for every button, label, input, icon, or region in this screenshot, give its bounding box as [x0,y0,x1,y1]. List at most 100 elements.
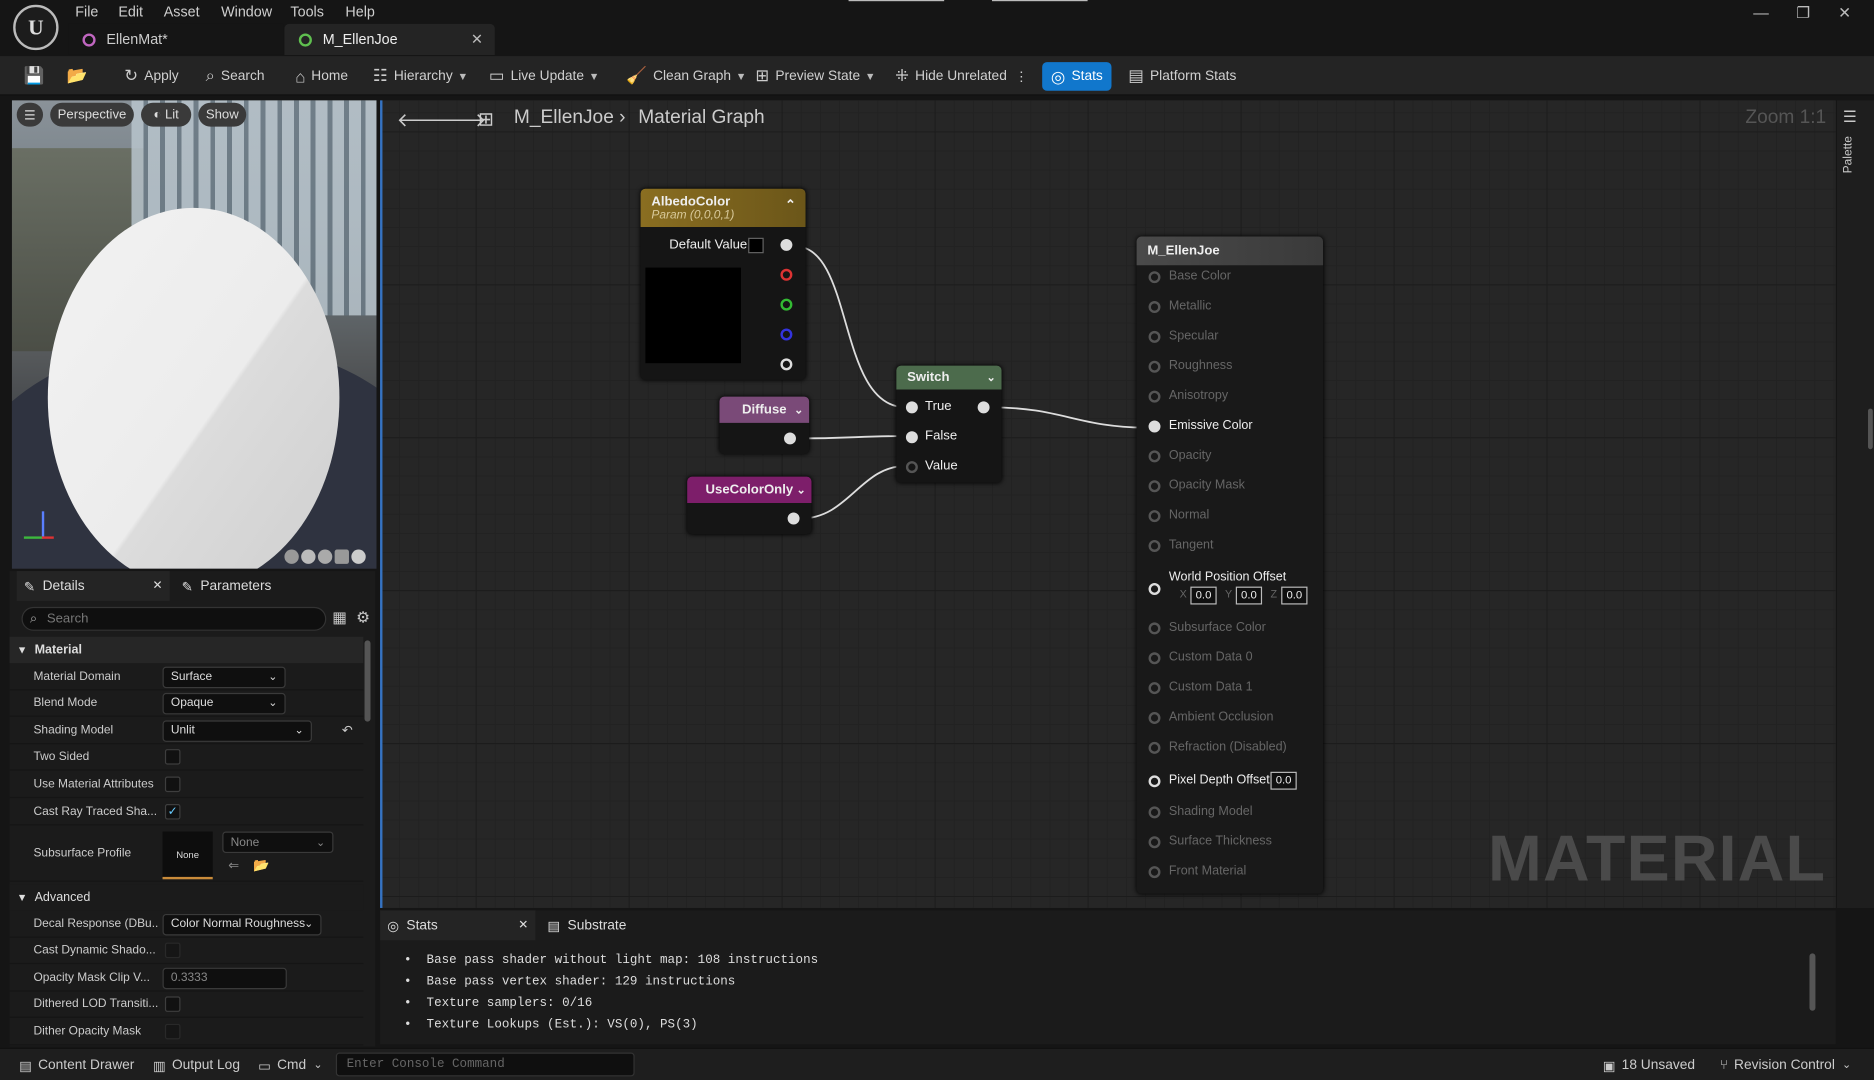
material-input-row[interactable]: Anisotropy [1137,387,1323,406]
material-graph[interactable]: 🡐 🡒 ⊞ M_EllenJoe › Material Graph Zoom 1… [380,100,1836,908]
rgba-output-pin[interactable] [780,238,793,251]
material-input-row[interactable]: Custom Data 0 [1137,649,1323,668]
console-command-input[interactable]: Enter Console Command [335,1052,635,1077]
tab-stats[interactable]: ◎ Stats ✕ [380,910,536,941]
details-scrollbar[interactable] [364,640,371,722]
subsurface-thumbnail[interactable]: None [162,831,213,880]
albedo-color-node[interactable]: AlbedoColor Param (0,0,0,1) ⌃ Default Va… [640,188,806,380]
stats-scrollbar[interactable] [1809,953,1816,1011]
diffuse-node[interactable]: Diffuse ⌄ [719,396,810,454]
collapse-icon[interactable]: ⌃ [785,197,796,212]
palette-strip[interactable]: ☰ Palette [1836,100,1874,908]
preview-shape-buttons[interactable] [284,549,372,567]
clean-graph-button[interactable]: 🧹 Clean Graph ▼ [626,56,746,95]
search-button[interactable]: ⌕ Search [206,56,265,95]
cast-ray-traced-checkbox[interactable]: ✓ [164,804,181,820]
palette-scrollbar[interactable] [1868,408,1873,450]
material-input-pin[interactable] [1148,271,1161,284]
world-position-offset-input[interactable]: World Position Offset X 0.0 Y 0.0 Z 0.0 [1137,570,1323,611]
b-output-pin[interactable] [780,328,793,341]
browse-icon[interactable]: 📂 [253,858,269,873]
tab-parameters[interactable]: ✎ Parameters [177,571,272,601]
tab-ellenmat[interactable]: EllenMat* [68,23,284,55]
lit-button[interactable]: ◐ Lit [141,102,192,127]
material-input-row[interactable]: Normal [1137,507,1323,526]
home-button[interactable]: ⌂ Home [295,56,348,95]
wpo-z-field[interactable]: 0.0 [1281,586,1308,605]
tab-details[interactable]: ✎ Details ✕ [16,571,170,601]
sphere-icon[interactable] [301,549,316,564]
cube-icon[interactable] [334,549,349,564]
blend-mode-dropdown[interactable]: Opaque ⌄ [162,692,286,714]
material-input-row[interactable]: Specular [1137,327,1323,346]
material-input-pin[interactable] [1148,682,1161,695]
chevron-down-icon[interactable]: ⌄ [794,403,803,416]
material-input-row[interactable]: Surface Thickness [1137,833,1323,852]
value-input-pin[interactable] [905,461,918,474]
subsurface-profile-dropdown[interactable]: None ⌄ [222,831,334,854]
material-input-row[interactable]: Roughness [1137,357,1323,376]
dithered-lod-checkbox[interactable] [164,996,181,1012]
false-input-pin[interactable] [905,431,918,444]
material-domain-dropdown[interactable]: Surface ⌄ [162,666,286,688]
more-options-icon[interactable]: ⋮ [1015,56,1029,95]
cmd-button[interactable]: ▭ Cmd ⌄ [258,1049,322,1080]
material-input-pin[interactable] [1148,866,1161,879]
close-icon[interactable]: ✕ [518,919,528,932]
section-advanced[interactable]: ▼ Advanced [9,884,364,911]
browse-icon[interactable]: 📂 [67,56,94,95]
cylinder-icon[interactable] [284,549,299,564]
details-search-input[interactable]: ⌕ Search [21,606,327,631]
menu-help[interactable]: Help [345,4,375,21]
r-output-pin[interactable] [780,268,793,281]
dither-opacity-mask-checkbox[interactable] [164,1023,181,1040]
revision-control-button[interactable]: ⑂ Revision Control ⌄ [1720,1049,1851,1080]
material-result-node[interactable]: M_EllenJoe Base Color Metallic Specular Rou… [1136,236,1324,894]
chevron-down-icon[interactable]: ⌄ [987,371,996,384]
pixel-depth-input-pin[interactable] [1148,775,1161,788]
material-input-pin[interactable] [1148,510,1161,523]
reset-icon[interactable]: ↶ [342,723,353,738]
material-input-row[interactable]: Custom Data 1 [1137,679,1323,698]
material-input-pin[interactable] [1148,480,1161,493]
window-close-icon[interactable]: ✕ [1838,4,1851,23]
material-input-pin[interactable] [1148,301,1161,314]
material-input-pin[interactable] [1148,622,1161,635]
wpo-x-field[interactable]: 0.0 [1190,586,1217,605]
material-input-row[interactable]: Shading Model [1137,803,1323,822]
save-icon[interactable]: 💾 [24,56,51,95]
material-input-row[interactable]: Opacity Mask [1137,477,1323,496]
section-material[interactable]: ▼ Material [9,636,364,664]
stats-button[interactable]: ◎ Stats [1042,62,1112,91]
material-input-pin[interactable] [1148,450,1161,463]
usecoloronly-node[interactable]: UseColorOnly ⌄ [687,476,812,535]
use-material-attributes-checkbox[interactable] [164,776,181,793]
material-input-pin[interactable] [1148,330,1161,343]
true-input-pin[interactable] [905,401,918,414]
palette-label[interactable]: Palette [1842,136,1855,173]
switch-output-pin[interactable] [977,401,990,414]
diffuse-output-pin[interactable] [784,432,796,445]
preview-viewport[interactable]: ☰ Perspective ◐ Lit Show [11,100,377,569]
use-selected-icon[interactable]: ⇐ [228,858,239,873]
preview-state-button[interactable]: ⊞ Preview State ▼ [755,56,875,95]
material-input-pin[interactable] [1148,652,1161,665]
material-input-row[interactable]: Tangent [1137,536,1323,555]
minimize-icon[interactable]: — [1753,4,1769,22]
restore-icon[interactable]: ❐ [1796,4,1810,23]
table-view-icon[interactable]: ▦ [332,608,347,627]
cast-dynamic-shadow-checkbox[interactable] [164,942,181,959]
unsaved-button[interactable]: ▣ 18 Unsaved [1603,1049,1695,1080]
material-input-pin[interactable] [1148,420,1161,433]
viewport-menu-icon[interactable]: ☰ [16,102,44,127]
hide-unrelated-button[interactable]: ⁜ Hide Unrelated [895,56,1007,95]
switch-node[interactable]: Switch ⌄ True False Value [896,365,1002,483]
menu-edit[interactable]: Edit [118,4,143,21]
palette-icon[interactable]: ☰ [1843,108,1857,127]
tab-substrate[interactable]: ▤ Substrate [547,910,626,940]
shading-model-dropdown[interactable]: Unlit ⌄ [162,719,312,742]
default-value-swatch[interactable] [748,237,764,254]
hierarchy-button[interactable]: ☷ Hierarchy ▼ [373,56,468,95]
perspective-button[interactable]: Perspective [50,102,134,127]
menu-tools[interactable]: Tools [290,4,323,21]
